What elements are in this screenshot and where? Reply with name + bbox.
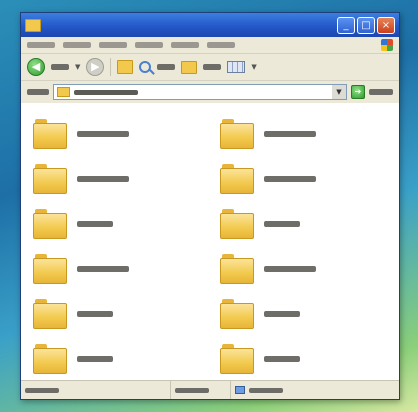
address-field[interactable]: ▼ [53, 84, 347, 100]
folder-name [77, 265, 129, 272]
folder-icon [220, 208, 254, 239]
folder-name [77, 175, 129, 182]
folder-icon [220, 118, 254, 149]
folder-item[interactable] [220, 246, 387, 291]
folder-title-icon [25, 18, 41, 32]
menu-item-edit[interactable] [63, 42, 91, 48]
folder-icon [33, 208, 67, 239]
go-button[interactable]: ➜ [351, 85, 365, 99]
menu-item-help[interactable] [207, 42, 235, 48]
address-bar: ▼ ➜ [21, 81, 399, 104]
folder-item[interactable] [33, 336, 200, 381]
status-bar [21, 380, 399, 399]
toolbar-separator [110, 58, 112, 76]
folder-item[interactable] [220, 111, 387, 156]
folder-icon [33, 343, 67, 374]
folder-name [264, 310, 300, 317]
status-objects-cell [21, 381, 171, 399]
folder-icon [220, 343, 254, 374]
folders-icon[interactable] [181, 60, 198, 74]
address-folder-icon [57, 87, 70, 97]
status-objects [25, 387, 59, 393]
folder-icon [33, 118, 67, 149]
folder-item[interactable] [220, 291, 387, 336]
folder-item[interactable] [220, 201, 387, 246]
folder-name [77, 220, 113, 227]
folder-item[interactable] [33, 246, 200, 291]
status-location-cell [231, 381, 399, 399]
folder-name [77, 355, 113, 362]
folder-icon [33, 298, 67, 329]
folder-item[interactable] [220, 156, 387, 201]
search-icon[interactable] [139, 61, 152, 73]
go-label [369, 89, 393, 95]
folder-item[interactable] [33, 291, 200, 336]
folder-name [264, 265, 316, 272]
folder-icon [220, 163, 254, 194]
title-bar[interactable]: _ □ × [21, 13, 399, 37]
back-label [51, 64, 69, 70]
folder-item[interactable] [220, 336, 387, 381]
menu-item-view[interactable] [99, 42, 127, 48]
folder-icon [220, 298, 254, 329]
folder-view [21, 103, 399, 381]
folder-icon [220, 253, 254, 284]
folder-item[interactable] [33, 201, 200, 246]
folder-name [77, 130, 129, 137]
menu-item-tools[interactable] [171, 42, 199, 48]
folder-name [264, 220, 300, 227]
folder-name [77, 310, 113, 317]
address-label [27, 89, 49, 95]
toolbar: ◀ ▼ ▶ ▼ [21, 54, 399, 81]
folder-name [264, 130, 316, 137]
back-dropdown-icon[interactable]: ▼ [75, 63, 80, 71]
folder-icon [33, 253, 67, 284]
close-button[interactable]: × [377, 16, 395, 34]
windows-logo-icon [381, 39, 393, 51]
status-size-cell [171, 381, 231, 399]
folder-name [264, 175, 316, 182]
menu-bar [21, 37, 399, 54]
my-computer-icon [235, 386, 245, 394]
address-dropdown-icon[interactable]: ▼ [332, 85, 346, 99]
status-size [175, 387, 209, 393]
views-dropdown-icon[interactable]: ▼ [251, 63, 256, 71]
folder-icon [33, 163, 67, 194]
status-location [249, 387, 283, 393]
minimize-button[interactable]: _ [337, 16, 355, 34]
explorer-window: _ □ × ◀ ▼ ▶ ▼ ▼ ➜ [20, 12, 400, 400]
menu-item-file[interactable] [27, 42, 55, 48]
folder-item[interactable] [33, 156, 200, 201]
maximize-button[interactable]: □ [357, 16, 375, 34]
folder-name [264, 355, 300, 362]
up-folder-icon[interactable] [117, 60, 134, 74]
views-icon[interactable] [227, 61, 246, 73]
folder-item[interactable] [33, 111, 200, 156]
search-label [157, 64, 176, 70]
menu-item-favorites[interactable] [135, 42, 163, 48]
folders-label [203, 64, 222, 70]
forward-button[interactable]: ▶ [86, 58, 105, 76]
address-path [74, 89, 138, 95]
back-button[interactable]: ◀ [27, 58, 45, 76]
